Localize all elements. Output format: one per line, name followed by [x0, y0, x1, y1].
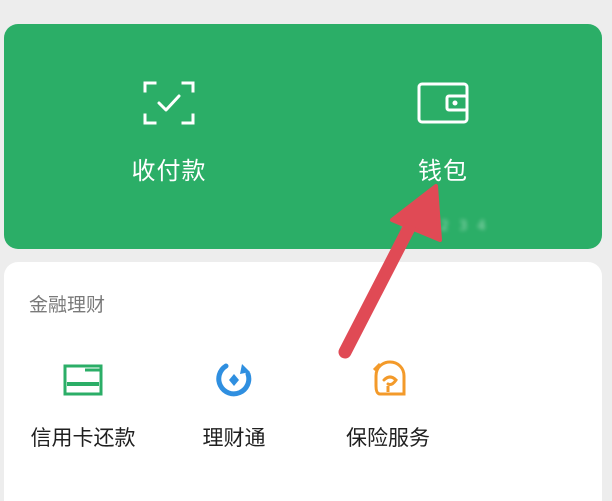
wallet-icon [417, 82, 469, 124]
wechat-services-page: 收付款 钱包 ￥ 1 2 3 4 金融理财 信用卡还款 理财通 保险服务 [0, 0, 612, 501]
finance-section: 金融理财 信用卡还款 理财通 保险服务 [4, 262, 602, 501]
insurance-services-button[interactable]: 保险服务 [318, 360, 458, 452]
insurance-services-label: 保险服务 [346, 426, 430, 450]
scan-check-icon [143, 81, 195, 125]
credit-card-icon [63, 364, 103, 396]
pay-receive-button[interactable]: 收付款 [89, 79, 249, 186]
wallet-label: 钱包 [418, 157, 468, 185]
pay-receive-label: 收付款 [131, 157, 207, 185]
licaitong-label: 理财通 [202, 426, 266, 450]
blurred-balance: ￥ 1 2 3 4 [399, 219, 489, 234]
finance-section-title: 金融理财 [29, 294, 106, 316]
credit-card-repayment-button[interactable]: 信用卡还款 [13, 360, 153, 452]
licaitong-icon [216, 363, 252, 397]
insurance-icon [372, 360, 406, 396]
wallet-button[interactable]: 钱包 [363, 79, 523, 186]
licaitong-button[interactable]: 理财通 [164, 360, 304, 452]
pay-panel: 收付款 钱包 ￥ 1 2 3 4 [4, 24, 602, 249]
credit-card-repayment-label: 信用卡还款 [30, 426, 136, 450]
